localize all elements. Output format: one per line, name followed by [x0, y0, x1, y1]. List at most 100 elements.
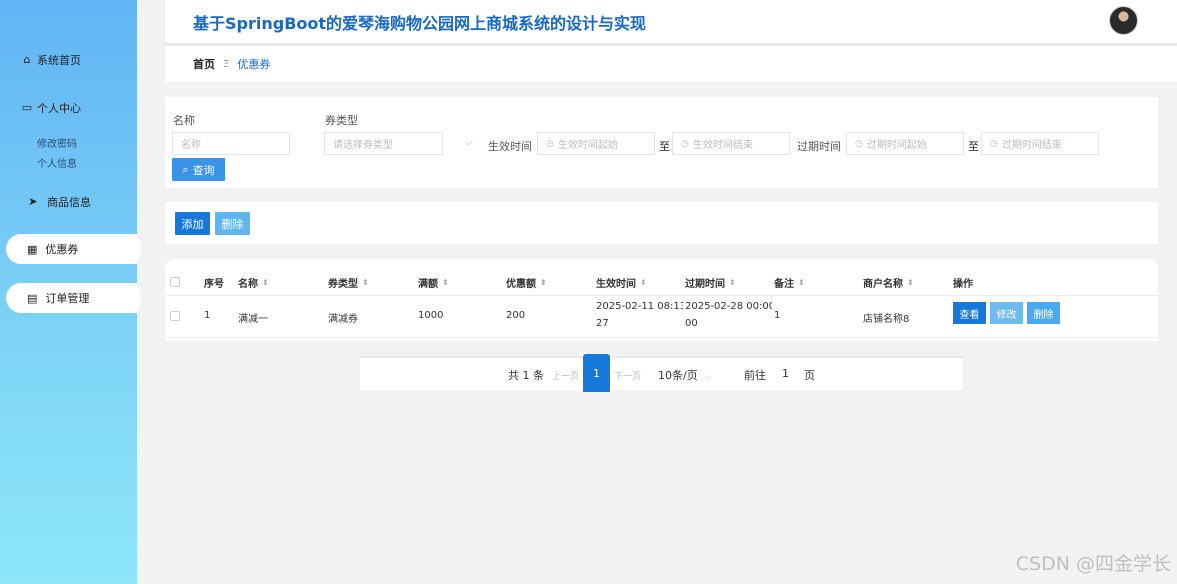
effective-time-label: 生效时间 [488, 140, 532, 153]
cell-remark: 1 [774, 310, 781, 321]
send-icon: ➤ [28, 195, 38, 208]
sidebar-item-coupons[interactable]: ▦ 优惠券 [6, 234, 141, 264]
effective-end-input[interactable]: ◷ 生效时间结束 [672, 132, 790, 155]
page-unit-label: 页 [804, 369, 815, 382]
header-label: 券类型 [328, 279, 358, 290]
prev-page-button[interactable]: 上一页 [552, 369, 579, 382]
sidebar-item-products[interactable]: ➤ 商品信息 [27, 194, 91, 210]
search-button[interactable]: ⌕ 查询 [172, 158, 225, 181]
search-panel: 名称 名称 券类型 请选择券类型 ⌵ 生效时间 ◷ 生效时间起始 至 ◷ 生效时… [165, 97, 1158, 188]
header-threshold[interactable]: 满额 ⬍ [418, 275, 449, 290]
page-number-current[interactable]: 1 [583, 354, 610, 392]
header-name[interactable]: 名称 ⬍ [238, 275, 269, 290]
page-title: 基于SpringBoot的爱琴海购物公园网上商城系统的设计与实现 [193, 14, 647, 33]
sidebar: ⌂ 系统首页 ▭ 个人中心 修改密码 个人信息 ➤ 商品信息 ▦ 优惠券 ▤ 订… [0, 0, 141, 584]
grid-icon: ▦ [27, 242, 38, 256]
effective-end-placeholder: 生效时间结束 [692, 140, 753, 151]
sidebar-item-home[interactable]: ⌂ 系统首页 [21, 52, 82, 68]
sort-icon: ⬍ [798, 278, 805, 287]
page-size-value: 10条/页 [658, 369, 698, 382]
header-discount[interactable]: 优惠额 ⬍ [506, 275, 547, 290]
coupon-table: 序号 名称 ⬍ 券类型 ⬍ 满额 ⬍ 优惠额 ⬍ 生效时间 ⬍ 过期时间 ⬍ 备注 ⬍ 商户名… [165, 259, 1158, 341]
next-page-button[interactable]: 下一页 [614, 369, 641, 382]
header-type[interactable]: 券类型 ⬍ [328, 275, 369, 290]
header-label: 名称 [238, 279, 258, 290]
home-icon: ⌂ [23, 53, 31, 66]
document-icon: ▤ [27, 291, 38, 305]
clock-icon: ◷ [855, 138, 863, 149]
clock-icon: ◷ [681, 138, 689, 149]
header-label: 生效时间 [596, 279, 636, 290]
header-label: 序号 [204, 279, 224, 290]
pagination: 共 1 条 上一页 1 下一页 10条/页 ⌵ 前往 1 页 [360, 354, 963, 392]
breadcrumb-home[interactable]: 首页 [193, 56, 215, 72]
chevron-down-icon: ⌵ [705, 372, 713, 382]
cell-type: 满减券 [328, 314, 358, 325]
row-checkbox[interactable] [170, 311, 180, 321]
sort-icon: ⬍ [640, 278, 647, 287]
watermark: CSDN @四金学长 [1015, 553, 1171, 575]
header-effective-time[interactable]: 生效时间 ⬍ [596, 275, 647, 290]
goto-label: 前往 [744, 369, 766, 382]
sidebar-subitem-personal-info[interactable]: 个人信息 [37, 155, 77, 170]
header-actions: 操作 [953, 275, 973, 290]
sidebar-item-label: 商品信息 [47, 196, 91, 209]
clock-icon: ◷ [990, 138, 998, 149]
sort-icon: ⬍ [442, 278, 449, 287]
header-label: 备注 [774, 279, 794, 290]
sidebar-item-label: 个人中心 [37, 102, 81, 115]
sort-icon: ⬍ [729, 278, 736, 287]
cell-merchant: 店铺名称8 [863, 314, 910, 325]
chevron-down-icon[interactable]: ⌵ [465, 137, 473, 148]
expire-start-input[interactable]: ◷ 过期时间起始 [846, 132, 964, 155]
cell-discount: 200 [506, 310, 526, 321]
type-select[interactable]: 请选择券类型 [324, 132, 443, 155]
sidebar-item-label: 系统首页 [37, 54, 81, 67]
row-delete-button[interactable]: 删除 [1027, 302, 1060, 324]
goto-input[interactable]: 1 [782, 367, 789, 380]
type-select-placeholder: 请选择券类型 [333, 140, 393, 151]
header-index: 序号 [204, 275, 224, 290]
search-icon: ⌕ [182, 162, 189, 176]
sort-icon: ⬍ [362, 278, 369, 287]
edit-button[interactable]: 修改 [990, 302, 1023, 324]
avatar[interactable] [1109, 6, 1138, 35]
sort-icon: ⬍ [540, 278, 547, 287]
header-label: 满额 [418, 279, 438, 290]
breadcrumb: 首页 Ξ 优惠券 [165, 46, 1177, 82]
type-label: 券类型 [325, 114, 358, 127]
row-divider [165, 337, 1158, 338]
expire-end-placeholder: 过期时间结束 [1001, 140, 1062, 151]
name-input[interactable]: 名称 [172, 132, 290, 155]
page-size-select[interactable]: 10条/页 ⌵ [658, 367, 712, 383]
delete-button[interactable]: 删除 [215, 212, 250, 235]
sort-icon: ⬍ [907, 278, 914, 287]
header-label: 商户名称 [863, 279, 903, 290]
sidebar-subitem-change-password[interactable]: 修改密码 [37, 135, 77, 150]
header-merchant[interactable]: 商户名称 ⬍ [863, 275, 914, 290]
sidebar-item-orders[interactable]: ▤ 订单管理 [6, 283, 141, 313]
select-all-checkbox[interactable] [170, 277, 180, 287]
cell-index: 1 [204, 310, 211, 321]
window-icon: ▭ [21, 101, 33, 114]
expire-end-input[interactable]: ◷ 过期时间结束 [981, 132, 1099, 155]
sort-icon: ⬍ [262, 278, 269, 287]
effective-start-input[interactable]: ◷ 生效时间起始 [537, 132, 655, 155]
cell-effective-time-line1: 2025-02-11 08:13: [596, 301, 683, 312]
cell-expire-time-line1: 2025-02-28 00:00: [685, 301, 772, 312]
name-label: 名称 [173, 114, 195, 127]
header-label: 过期时间 [685, 279, 725, 290]
to-label: 至 [968, 140, 979, 153]
header-expire-time[interactable]: 过期时间 ⬍ [685, 275, 736, 290]
breadcrumb-current: 优惠券 [237, 58, 271, 71]
add-button[interactable]: 添加 [175, 212, 210, 235]
view-button[interactable]: 查看 [953, 302, 986, 324]
sidebar-item-personal-center[interactable]: ▭ 个人中心 [21, 100, 81, 116]
header-divider [165, 295, 1158, 296]
expire-time-label: 过期时间 [797, 140, 841, 153]
name-input-placeholder: 名称 [181, 140, 201, 151]
effective-start-placeholder: 生效时间起始 [557, 140, 618, 151]
to-label: 至 [659, 140, 670, 153]
pagination-total: 共 1 条 [508, 369, 544, 382]
header-remark[interactable]: 备注 ⬍ [774, 275, 805, 290]
